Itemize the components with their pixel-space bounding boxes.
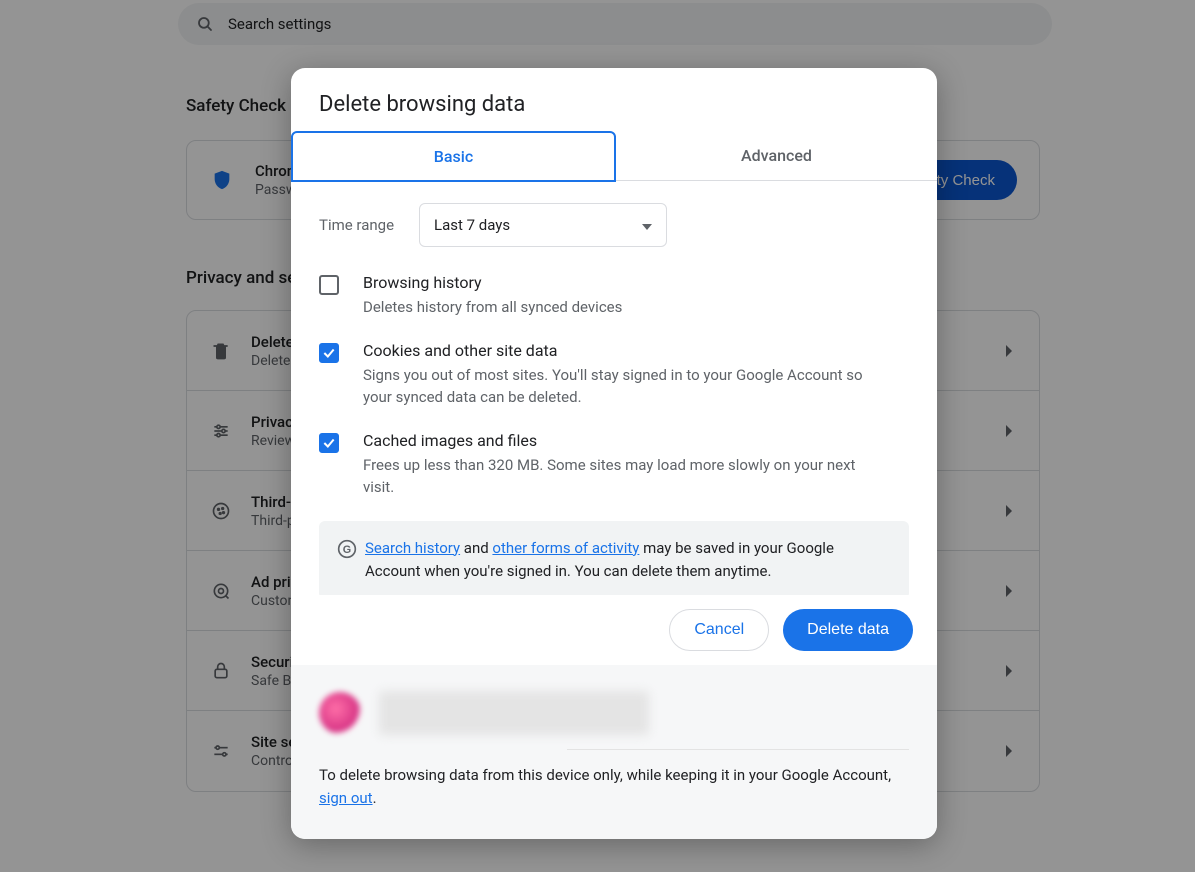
- cancel-button[interactable]: Cancel: [669, 609, 769, 651]
- svg-text:G: G: [343, 543, 351, 555]
- avatar: [319, 692, 361, 734]
- option-subtitle: Deletes history from all synced devices: [363, 296, 622, 319]
- google-logo-icon: G: [337, 539, 365, 566]
- signout-hint: To delete browsing data from this device…: [319, 764, 909, 829]
- search-history-link[interactable]: Search history: [365, 539, 460, 557]
- sign-out-link[interactable]: sign out: [319, 789, 373, 807]
- account-footer: To delete browsing data from this device…: [291, 665, 937, 839]
- checkbox-cache[interactable]: [319, 433, 339, 453]
- option-subtitle: Signs you out of most sites. You'll stay…: [363, 364, 883, 409]
- checkbox-browsing-history[interactable]: [319, 275, 339, 295]
- checkbox-cookies[interactable]: [319, 343, 339, 363]
- tab-advanced[interactable]: Advanced: [616, 131, 937, 181]
- time-range-select[interactable]: Last 7 days: [419, 203, 667, 247]
- dialog-tabs: Basic Advanced: [291, 131, 937, 181]
- option-title: Browsing history: [363, 273, 622, 292]
- dialog-body: Time range Last 7 days Browsing history …: [291, 181, 937, 595]
- google-activity-info: G Search history and other forms of acti…: [319, 521, 909, 596]
- option-title: Cookies and other site data: [363, 341, 883, 360]
- time-range-value: Last 7 days: [434, 216, 510, 234]
- divider: [567, 749, 909, 750]
- account-info-redacted: [379, 691, 649, 735]
- option-title: Cached images and files: [363, 431, 883, 450]
- chevron-down-icon: [642, 216, 652, 234]
- other-activity-link[interactable]: other forms of activity: [492, 539, 639, 557]
- tab-basic[interactable]: Basic: [291, 131, 616, 182]
- dialog-title: Delete browsing data: [291, 68, 937, 131]
- time-range-label: Time range: [319, 216, 419, 234]
- delete-browsing-data-dialog: Delete browsing data Basic Advanced Time…: [291, 68, 937, 839]
- option-subtitle: Frees up less than 320 MB. Some sites ma…: [363, 454, 883, 499]
- delete-data-button[interactable]: Delete data: [783, 609, 913, 651]
